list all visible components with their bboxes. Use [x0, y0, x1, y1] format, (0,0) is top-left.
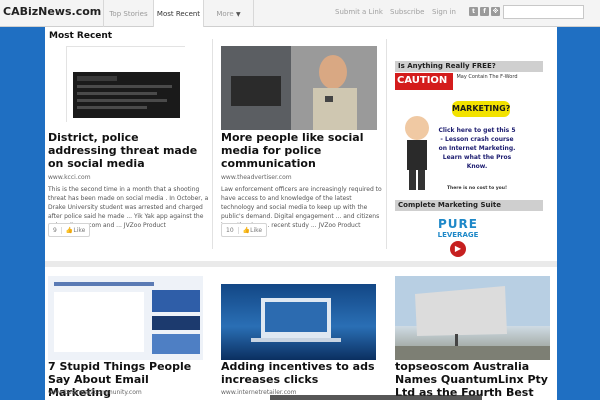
article-card[interactable]: 7 Stupid Things People Say About Email M…	[45, 267, 212, 400]
ad-heading: Is Anything Really FREE?	[395, 61, 543, 72]
ad-footer-text: There is no cost to you!	[446, 186, 508, 191]
ad2-line2: LEVERAGE	[437, 231, 479, 239]
email-marketing-image	[48, 276, 203, 360]
subscribe-link[interactable]: Subscribe	[390, 8, 424, 16]
tab-top-stories[interactable]: Top Stories	[103, 0, 153, 27]
caret-down-icon: ▼	[235, 11, 241, 18]
article-title[interactable]: Adding incentives to ads increases click…	[221, 360, 383, 386]
site-logo[interactable]: CABizNews.com	[3, 5, 101, 18]
shopping-cart-image	[221, 276, 376, 342]
article-thumbnail[interactable]	[221, 46, 377, 130]
facebook-icon[interactable]: f	[480, 7, 489, 16]
pure-leverage-ad[interactable]: PURE LEVERAGE ▶	[431, 217, 485, 261]
play-icon[interactable]: ▶	[450, 241, 466, 257]
ad-body-text: Click here to get this 5 - Lesson crash …	[438, 127, 516, 170]
ad2-line1: PURE	[438, 217, 478, 231]
article-card[interactable]: More people like social media for police…	[217, 27, 385, 257]
tab-more-label: More	[216, 10, 234, 18]
marketing-ad-banner[interactable]: CAUTION May Contain The F-Word MARKETING…	[395, 73, 519, 196]
article-source[interactable]: www.theadvertiser.com	[221, 174, 292, 181]
screenshot-image	[67, 47, 186, 123]
article-thumbnail[interactable]	[48, 276, 203, 360]
article-card[interactable]: topseoscom Australia Names QuantumLinx P…	[391, 267, 557, 400]
column-divider	[386, 39, 387, 249]
caution-note: May Contain The F-Word	[456, 74, 518, 80]
article-card[interactable]: District, police addressing threat made …	[45, 27, 212, 257]
billboard-image	[395, 276, 550, 360]
marketing-label: MARKETING?	[452, 104, 511, 113]
article-title[interactable]: topseoscom Australia Names QuantumLinx P…	[395, 360, 555, 399]
column-divider	[212, 39, 213, 249]
like-button[interactable]: 10 👍Like	[221, 223, 268, 237]
top-navigation-bar: CABizNews.com Top Stories Most Recent Mo…	[0, 0, 600, 27]
like-button[interactable]: 9 👍Like	[48, 223, 91, 237]
like-count: 9	[53, 227, 62, 234]
article-source[interactable]: www.kcci.com	[48, 174, 91, 181]
search-input[interactable]	[503, 5, 584, 19]
main-content: Most Recent District, police addressing …	[45, 27, 557, 400]
submit-link[interactable]: Submit a Link	[335, 8, 383, 16]
tab-more[interactable]: More ▼	[203, 0, 254, 27]
caution-label: CAUTION	[395, 73, 453, 90]
article-thumbnail[interactable]	[221, 276, 376, 360]
signin-link[interactable]: Sign in	[432, 8, 456, 16]
article-title[interactable]: District, police addressing threat made …	[48, 131, 208, 170]
article-thumbnail[interactable]	[395, 276, 550, 360]
tab-most-recent[interactable]: Most Recent	[153, 0, 203, 27]
ad-heading: Complete Marketing Suite	[395, 200, 543, 211]
twitter-icon[interactable]: t	[469, 7, 478, 16]
like-count: 10	[226, 227, 239, 234]
article-card[interactable]: Adding incentives to ads increases click…	[217, 267, 385, 400]
bottom-toolbar	[270, 395, 482, 400]
police-officer-image	[221, 46, 377, 130]
like-label: Like	[73, 227, 86, 234]
article-source[interactable]: www.business2community.com	[48, 389, 142, 396]
thumbs-up-icon: 👍	[242, 227, 251, 234]
article-thumbnail[interactable]	[66, 46, 186, 123]
like-label: Like	[250, 227, 263, 234]
article-title[interactable]: More people like social media for police…	[221, 131, 383, 170]
rss-icon[interactable]: ※	[491, 7, 500, 16]
